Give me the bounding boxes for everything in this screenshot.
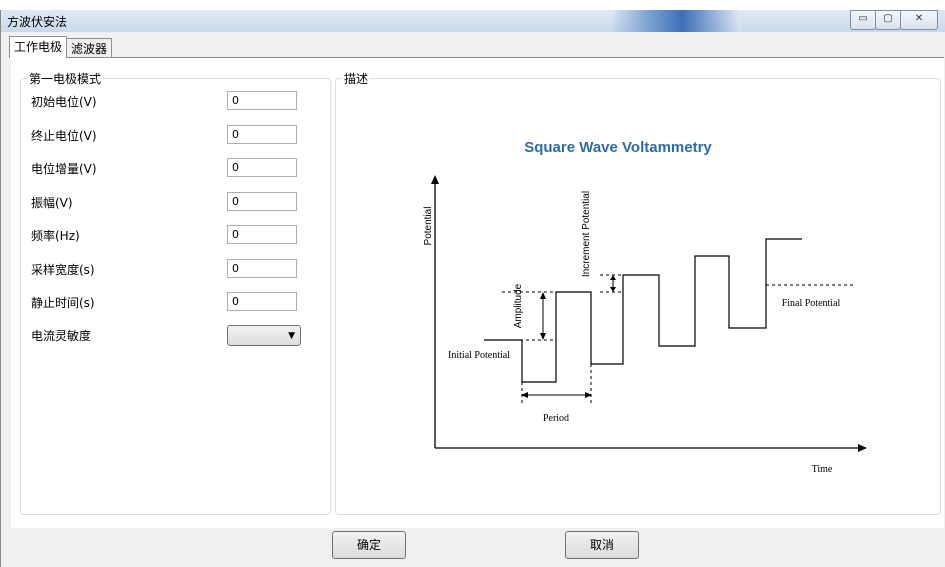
title-bar-glare: [611, 10, 741, 32]
close-button[interactable]: ✕: [900, 10, 938, 30]
frequency-input[interactable]: 0: [227, 225, 297, 244]
amplitude-label: 振幅(V): [31, 196, 73, 210]
x-axis-label: Time: [812, 464, 833, 475]
window-title: 方波伏安法: [7, 15, 68, 29]
maximize-button[interactable]: ▢: [875, 10, 901, 30]
square-wave-diagram: Square Wave Voltammetry Potential Time A…: [423, 139, 867, 475]
title-bar: 方波伏安法 ▭ ▢ ✕: [1, 10, 945, 32]
tab-filter[interactable]: 滤波器: [66, 38, 113, 58]
square-wave-trace: [484, 238, 802, 383]
chevron-down-icon: ▼: [288, 331, 295, 341]
final-potential-input[interactable]: 0: [227, 125, 297, 144]
diagram-title: Square Wave Voltammetry: [524, 139, 712, 156]
minimize-button[interactable]: ▭: [850, 10, 876, 30]
initial-potential-diagram-label: Initial Potential: [448, 350, 510, 361]
amplitude-arrow-up-icon: [540, 292, 546, 299]
electrode-mode-group-title: 第一电极模式: [27, 70, 104, 87]
tab-panel: 第一电极模式 初始电位(V) 0 终止电位(V) 0 电位增量(V) 0 振幅(…: [11, 57, 944, 528]
cancel-button[interactable]: 取消: [565, 531, 639, 559]
sensitivity-label: 电流灵敏度: [31, 329, 92, 343]
final-potential-diagram-label: Final Potential: [782, 298, 841, 309]
sensitivity-select[interactable]: ▼: [227, 325, 301, 346]
potential-increment-input[interactable]: 0: [227, 158, 297, 177]
potential-increment-label: 电位增量(V): [31, 162, 97, 176]
sample-width-input[interactable]: 0: [227, 259, 297, 278]
top-clipped-text: [0, 0, 945, 10]
quiet-time-label: 静止时间(s): [31, 296, 95, 310]
description-group: 描述 Square Wave Voltammetry Potential Tim…: [335, 70, 941, 515]
increment-arrow-down-icon: [610, 287, 616, 292]
frequency-label: 频率(Hz): [31, 229, 80, 243]
ok-button[interactable]: 确定: [332, 531, 406, 559]
period-arrow-left-icon: [521, 392, 528, 398]
period-arrow-right-icon: [585, 392, 592, 398]
y-axis-arrow-icon: [431, 175, 439, 184]
amplitude-arrow-down-icon: [540, 333, 546, 340]
amplitude-input[interactable]: 0: [227, 192, 297, 211]
increment-arrow-up-icon: [610, 275, 616, 280]
increment-label: Increment Potential: [581, 191, 592, 277]
period-label: Period: [543, 413, 569, 424]
y-axis-label: Potential: [423, 207, 434, 246]
quiet-time-input[interactable]: 0: [227, 292, 297, 311]
dialog-window: 方波伏安法 ▭ ▢ ✕ 工作电极 滤波器 第一电极模式 初始电位(V) 0 终止…: [0, 10, 945, 567]
amplitude-label: Amplitude: [513, 283, 524, 328]
window-controls: ▭ ▢ ✕: [850, 10, 938, 30]
x-axis-arrow-icon: [858, 444, 867, 452]
initial-potential-label: 初始电位(V): [31, 95, 97, 109]
electrode-mode-group: 第一电极模式 初始电位(V) 0 终止电位(V) 0 电位增量(V) 0 振幅(…: [20, 70, 331, 515]
final-potential-label: 终止电位(V): [31, 129, 97, 143]
tab-strip: 工作电极 滤波器: [9, 36, 113, 58]
initial-potential-input[interactable]: 0: [227, 91, 297, 110]
tab-working-electrode[interactable]: 工作电极: [9, 36, 68, 58]
sample-width-label: 采样宽度(s): [31, 263, 95, 277]
